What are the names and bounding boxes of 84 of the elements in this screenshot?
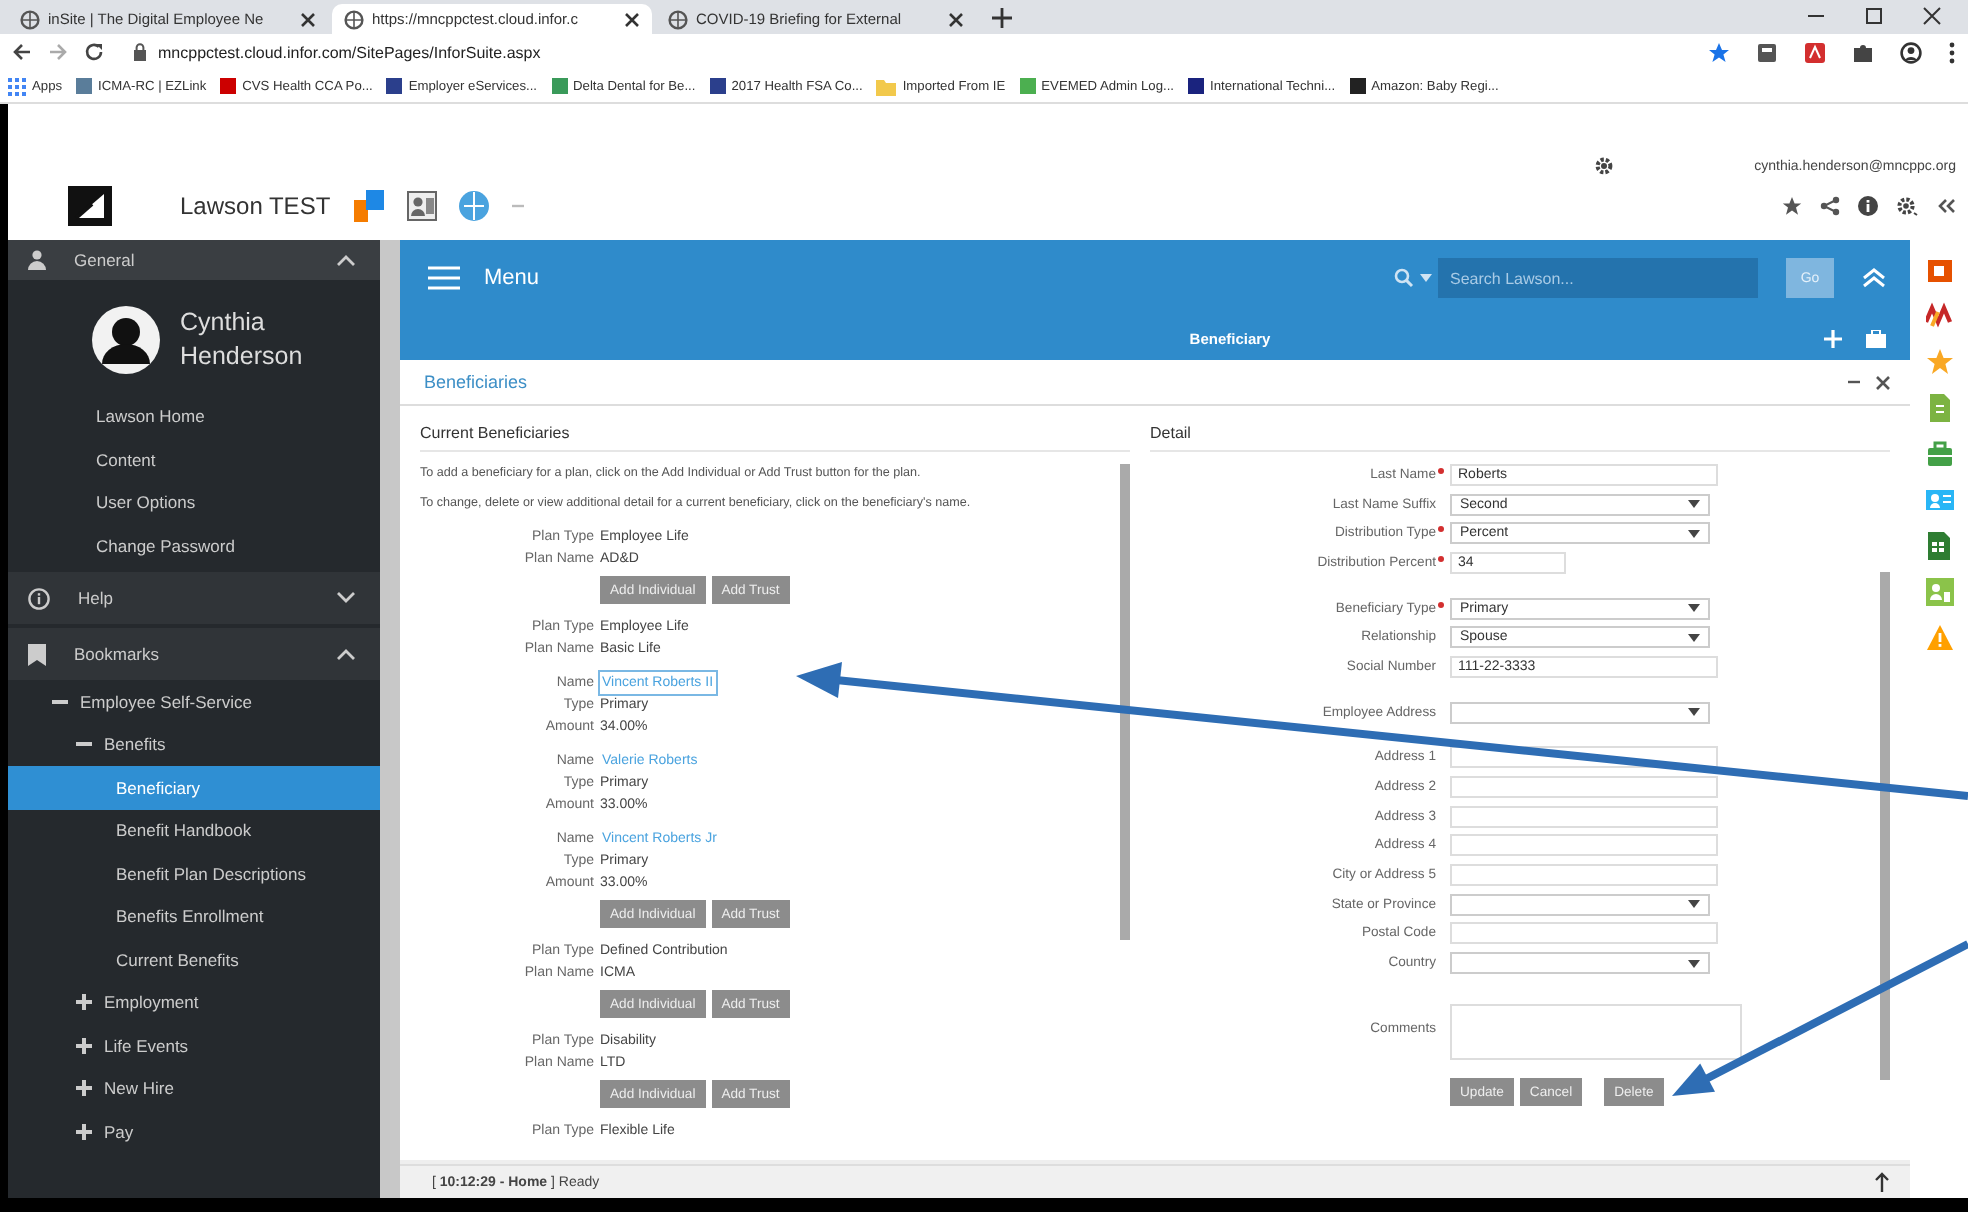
app-title: Lawson TEST bbox=[180, 192, 331, 220]
tree-item[interactable]: Current Benefits bbox=[8, 938, 380, 981]
input-field[interactable] bbox=[1450, 864, 1718, 887]
column-title: Current Beneficiaries bbox=[420, 418, 1130, 452]
chevron-down-icon[interactable] bbox=[336, 592, 356, 604]
input-field[interactable] bbox=[1450, 922, 1718, 945]
search-icon[interactable] bbox=[1394, 268, 1414, 288]
user-name: Cynthia Henderson bbox=[180, 306, 305, 374]
settings-icon[interactable] bbox=[1896, 196, 1918, 216]
menu-button[interactable]: Menu bbox=[428, 266, 540, 290]
input-field[interactable] bbox=[1450, 805, 1718, 828]
chevron-up-icon[interactable] bbox=[336, 254, 356, 266]
restore-icon[interactable] bbox=[1864, 6, 1884, 26]
expand-icon[interactable] bbox=[76, 994, 92, 1011]
expand-icon[interactable] bbox=[76, 1123, 92, 1140]
input-field[interactable] bbox=[1450, 1004, 1742, 1060]
tree-item[interactable]: Benefit Plan Descriptions bbox=[8, 852, 380, 895]
star-icon[interactable] bbox=[1925, 348, 1953, 376]
star-icon[interactable] bbox=[1708, 41, 1730, 63]
settings-icon[interactable] bbox=[1594, 156, 1615, 176]
section-header[interactable]: Bookmarks bbox=[8, 628, 380, 680]
close-icon[interactable] bbox=[1922, 6, 1942, 26]
person-icon bbox=[28, 250, 46, 270]
globe-icon bbox=[20, 9, 40, 29]
scrollbar[interactable] bbox=[1880, 572, 1890, 1080]
menu-icon bbox=[428, 266, 460, 290]
office-icon[interactable] bbox=[1925, 256, 1953, 284]
tree-item[interactable]: Beneficiary bbox=[8, 766, 380, 809]
globe-icon bbox=[668, 9, 688, 29]
tree-item[interactable]: Life Events bbox=[8, 1024, 380, 1067]
avatar-icon bbox=[92, 306, 160, 374]
scrollbar[interactable] bbox=[380, 240, 400, 1198]
tree-item[interactable]: New Hire bbox=[8, 1067, 380, 1110]
info-icon[interactable] bbox=[1858, 196, 1878, 216]
lock-icon bbox=[132, 42, 148, 62]
close-icon bbox=[624, 11, 640, 27]
globe-icon[interactable] bbox=[458, 190, 491, 222]
kebab-menu-icon[interactable] bbox=[1948, 41, 1956, 63]
extension-icon[interactable] bbox=[1756, 41, 1778, 63]
tree-item[interactable]: Employment bbox=[8, 981, 380, 1024]
arrow-up-icon[interactable] bbox=[1874, 1172, 1890, 1192]
section-header[interactable]: General bbox=[8, 240, 380, 280]
menu-item[interactable]: User Options bbox=[8, 482, 380, 525]
spreadsheet-icon[interactable] bbox=[1925, 532, 1953, 560]
apps-grid-icon bbox=[8, 77, 26, 95]
expand-icon[interactable] bbox=[76, 1080, 92, 1097]
input-field[interactable] bbox=[1450, 776, 1718, 799]
menu-item[interactable]: Change Password bbox=[8, 525, 380, 568]
id-badge-icon[interactable] bbox=[406, 190, 439, 222]
app-tiles-icon[interactable] bbox=[354, 190, 387, 222]
info-icon bbox=[28, 587, 50, 609]
share-icon[interactable] bbox=[1820, 196, 1840, 216]
close-icon bbox=[948, 11, 964, 27]
expand-icon[interactable] bbox=[76, 1037, 92, 1054]
tree-item[interactable]: Employee Self-Service bbox=[8, 680, 380, 723]
search-field[interactable]: Search Lawson... bbox=[1438, 258, 1758, 298]
briefcase-icon[interactable] bbox=[1925, 440, 1953, 468]
back-icon[interactable] bbox=[12, 42, 32, 62]
tree-item[interactable]: Benefits bbox=[8, 723, 380, 766]
tree-item[interactable]: Benefit Handbook bbox=[8, 809, 380, 852]
section-title: Beneficiaries bbox=[424, 372, 528, 392]
tree-item[interactable]: Benefits Enrollment bbox=[8, 895, 380, 938]
star-icon[interactable] bbox=[1782, 196, 1802, 216]
chevron-up-icon[interactable] bbox=[336, 648, 356, 660]
collapse-double-icon[interactable] bbox=[1936, 196, 1956, 216]
tree-item[interactable]: Pay bbox=[8, 1110, 380, 1153]
section-header[interactable]: Help bbox=[8, 572, 380, 624]
column-title: Detail bbox=[1150, 418, 1890, 452]
menu-item[interactable]: Content bbox=[8, 439, 380, 482]
close-icon[interactable] bbox=[1876, 375, 1890, 389]
scrollbar[interactable] bbox=[1120, 464, 1130, 940]
plus-icon[interactable] bbox=[992, 8, 1012, 28]
reload-icon[interactable] bbox=[84, 42, 104, 62]
profile-icon[interactable] bbox=[1900, 41, 1922, 63]
briefcase-icon[interactable] bbox=[1866, 329, 1886, 347]
input-field[interactable] bbox=[1450, 834, 1718, 857]
pdf-icon[interactable] bbox=[1804, 41, 1826, 63]
menu-item[interactable]: Lawson Home bbox=[8, 396, 380, 439]
close-icon bbox=[300, 11, 316, 27]
bookmark-icon bbox=[28, 643, 46, 665]
logo-icon[interactable] bbox=[68, 186, 112, 226]
wave-logo-icon[interactable] bbox=[1925, 302, 1953, 330]
globe-icon bbox=[344, 9, 364, 29]
minimize-icon[interactable] bbox=[1848, 376, 1860, 388]
